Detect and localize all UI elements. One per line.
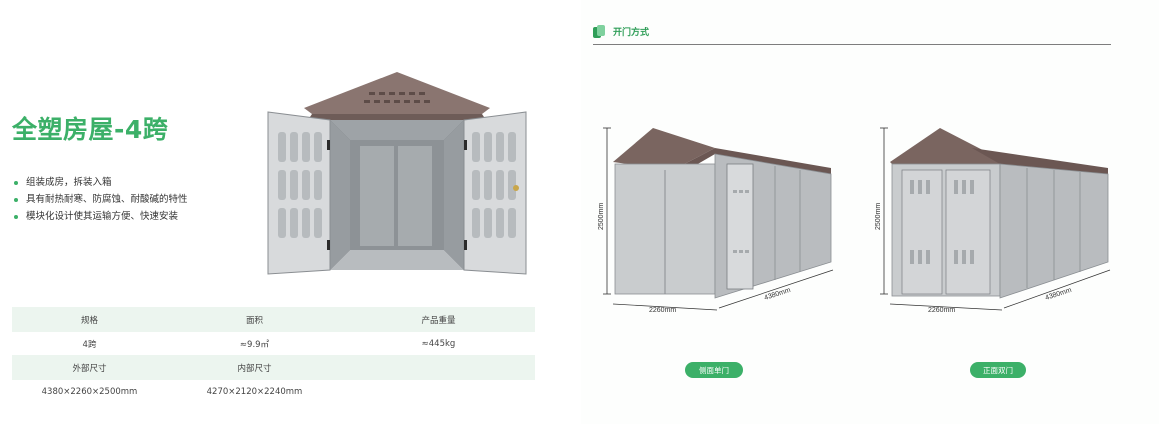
product-photo [267,72,527,275]
left-page: 全塑房屋-4跨 组装成房，拆装入箱 具有耐热耐寒、防腐蚀、耐酸碱的特性 模块化设… [0,0,577,424]
spec-table: 规格 面积 产品重量 4跨 ≈9.9㎡ ≈445kg 外部尺寸 内部尺寸 438… [12,307,535,403]
bullet-icon [14,197,18,202]
area-value-cell: ≈9.9㎡ [239,339,270,350]
front-door-diagram: 2500mm 2260mm 4380mm [875,127,1111,314]
area-header-cell: 面积 [245,315,263,326]
side-door-diagram: 2500mm 2260mm 4380mm [598,127,834,314]
length-label: 4380mm [1044,287,1072,302]
feature-item: 组装成房，拆装入箱 [14,174,188,191]
bullet-icon [14,180,18,185]
feature-list: 组装成房，拆装入箱 具有耐热耐寒、防腐蚀、耐酸碱的特性 模块化设计使其运输方便、… [14,174,188,225]
right-page: 开门方式 2500mm 2260mm 4380mm 2500mm 2260mm … [581,0,1159,424]
section-title: 开门方式 [613,28,650,38]
spec-header-cell: 规格 [80,315,98,326]
section-icon [593,25,605,38]
bullet-icon [14,214,18,219]
height-label: 2500mm [598,203,605,230]
outer-size-header-cell: 外部尺寸 [72,363,107,374]
size-value-row: 4380×2260×2500mm 4270×2120×2240mm [12,380,535,403]
feature-item: 具有耐热耐寒、防腐蚀、耐酸碱的特性 [14,191,188,208]
roof-shape [304,72,490,114]
spec-value-cell: 4跨 [82,339,97,350]
product-title: 全塑房屋-4跨 [12,115,169,144]
weight-header-cell: 产品重量 [421,315,456,326]
feature-item: 模块化设计使其运输方便、快速安装 [14,208,188,225]
width-label: 2260mm [928,307,955,314]
length-label: 4380mm [763,287,791,302]
weight-value-cell: ≈445kg [421,338,456,349]
spec-value-row: 4跨 ≈9.9㎡ ≈445kg [12,332,535,355]
front-double-door-button[interactable]: 正面双门 [970,362,1026,378]
inner-size-header-cell: 内部尺寸 [237,363,272,374]
inner-size-value-cell: 4270×2120×2240mm [206,386,303,397]
spec-header-row: 规格 面积 产品重量 [12,307,535,332]
height-label: 2500mm [875,203,882,230]
outer-size-value-cell: 4380×2260×2500mm [41,386,138,397]
width-label: 2260mm [649,307,676,314]
size-header-row: 外部尺寸 内部尺寸 [12,355,535,380]
section-header: 开门方式 [593,25,649,38]
section-divider [593,44,1111,45]
side-single-door-button[interactable]: 侧面单门 [685,362,743,378]
